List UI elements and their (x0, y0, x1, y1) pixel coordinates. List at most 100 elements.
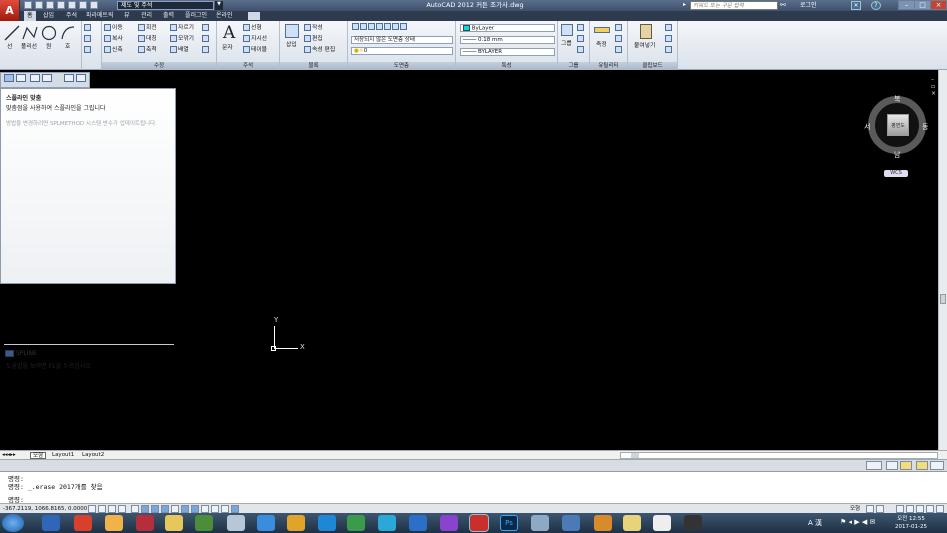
group-icon[interactable] (561, 24, 573, 36)
app-icon-13[interactable] (409, 515, 427, 531)
lineweight-icon[interactable] (191, 505, 199, 513)
print-icon[interactable] (68, 1, 76, 9)
internet-explorer-icon[interactable] (257, 515, 275, 531)
text-icon[interactable]: A (223, 23, 235, 43)
measure-icon[interactable] (594, 27, 610, 33)
ungroup-icon[interactable] (577, 24, 584, 31)
spline-fit-icon[interactable] (4, 74, 14, 82)
open-icon[interactable] (35, 1, 43, 9)
calculator-icon[interactable] (615, 46, 622, 53)
tab-annotate[interactable]: 주석 (63, 11, 80, 21)
folder-icon[interactable] (623, 515, 641, 531)
table-button[interactable]: 테이블 (243, 46, 267, 54)
search-app-icon[interactable] (74, 515, 92, 531)
layer-off-icon[interactable] (392, 23, 399, 30)
polar-icon[interactable] (131, 505, 139, 513)
viewcube-west[interactable]: 서 (864, 122, 870, 132)
tab-insert[interactable]: 삽입 (40, 11, 57, 21)
snap-icon[interactable] (98, 505, 106, 513)
ime-indicator[interactable]: A 漢 (808, 518, 822, 528)
search-input[interactable]: 키워드 또는 구문 입력 (690, 1, 778, 10)
winrar-icon[interactable] (653, 515, 671, 531)
spline-cv-icon[interactable] (16, 74, 26, 82)
group-select-icon[interactable] (577, 46, 584, 53)
layer-previous-icon[interactable] (368, 23, 375, 30)
workspace-switch-icon[interactable] (916, 461, 928, 470)
group-edit-icon[interactable] (577, 35, 584, 42)
lineweight-select[interactable]: ──── 0.18 mm (460, 36, 555, 44)
tab-view[interactable]: 뷰 (121, 11, 133, 21)
save-icon[interactable] (46, 1, 54, 9)
settings-icon[interactable] (227, 515, 245, 531)
layer-match-icon[interactable] (360, 23, 367, 30)
point-icon[interactable] (64, 74, 74, 82)
app-icon-5[interactable] (165, 515, 183, 531)
move-button[interactable]: 이동 (104, 24, 123, 32)
xline-icon[interactable] (30, 74, 40, 82)
copy-button[interactable]: 복사 (104, 35, 123, 43)
linear-button[interactable]: 선형 (243, 24, 262, 32)
tab-home[interactable]: 홈 (24, 11, 36, 21)
viewcube-south[interactable]: 남 (894, 150, 900, 160)
clock[interactable]: 오전 12:55 2017-01-25 (895, 515, 927, 531)
maximize-button[interactable]: □ (914, 0, 931, 10)
close-button[interactable]: × (930, 0, 947, 10)
region-icon[interactable] (84, 46, 91, 53)
tab-layout1[interactable]: Layout1 (50, 452, 76, 459)
app-icon-10[interactable] (318, 515, 336, 531)
copy-clip-icon[interactable] (665, 35, 672, 42)
showmotion-icon[interactable] (926, 505, 934, 513)
start-button[interactable] (2, 514, 24, 532)
annotation-panel-label[interactable]: 주석 (217, 62, 279, 70)
help-icon[interactable]: ? (871, 1, 881, 10)
rotate-button[interactable]: 회전 (138, 24, 157, 32)
tab-model[interactable]: 모형 (30, 452, 47, 459)
app-icon-17[interactable] (531, 515, 549, 531)
zoom-icon[interactable] (906, 505, 914, 513)
properties-panel-label[interactable]: 특성 (456, 62, 557, 70)
minimize-button[interactable]: – (898, 0, 915, 10)
layers-panel-label[interactable]: 도면층 (348, 62, 455, 70)
horizontal-scrollbar[interactable] (620, 452, 938, 459)
line-icon[interactable] (4, 25, 20, 41)
app-icon-4[interactable] (136, 515, 154, 531)
cut-icon[interactable] (665, 24, 672, 31)
modify-panel-label[interactable]: 수정 (102, 62, 216, 70)
app-icon-11[interactable] (347, 515, 365, 531)
scale-button[interactable]: 축척 (138, 46, 157, 54)
outlook-icon[interactable] (42, 515, 60, 531)
clean-screen-icon[interactable] (930, 461, 944, 470)
mirror-button[interactable]: 대칭 (138, 35, 157, 43)
groups-panel-label[interactable]: 그룹 (558, 62, 589, 70)
tab-online[interactable]: 온라인 (213, 11, 236, 21)
divide-icon[interactable] (76, 74, 86, 82)
annotation-visibility-icon[interactable] (886, 461, 898, 470)
application-menu-button[interactable]: A (0, 0, 20, 21)
insert-block-icon[interactable] (285, 24, 299, 38)
quick-view-drawings-icon[interactable] (876, 505, 884, 513)
tab-manage[interactable]: 관리 (138, 11, 155, 21)
photoshop-icon[interactable]: Ps (500, 515, 518, 531)
array-button[interactable]: 배열 (170, 46, 189, 54)
exchange-icon[interactable]: ✕ (851, 1, 861, 10)
arc-icon[interactable] (60, 25, 76, 41)
rectangle-icon[interactable] (84, 24, 91, 31)
redo-icon[interactable] (90, 1, 98, 9)
vertical-scrollbar[interactable] (938, 70, 947, 450)
h-scrollbar-thumb[interactable] (631, 453, 639, 458)
steering-wheel-icon[interactable] (916, 505, 924, 513)
ribbon-toggle-icon[interactable] (248, 12, 260, 20)
current-layer-select[interactable]: ●☼0 (351, 47, 453, 55)
status-menu-icon[interactable] (936, 505, 944, 513)
offset-icon[interactable] (202, 46, 209, 53)
viewcube[interactable]: 평면도 (887, 114, 909, 136)
new-icon[interactable] (24, 1, 32, 9)
otrack-icon[interactable] (161, 505, 169, 513)
explode-icon[interactable] (202, 35, 209, 42)
save-as-icon[interactable] (57, 1, 65, 9)
app-icon-12[interactable] (378, 515, 396, 531)
ray-icon[interactable] (42, 74, 52, 82)
polyline-icon[interactable] (22, 25, 38, 41)
quick-view-layouts-icon[interactable] (866, 505, 874, 513)
workspace-select[interactable]: 제도 및 주석 (117, 1, 214, 10)
